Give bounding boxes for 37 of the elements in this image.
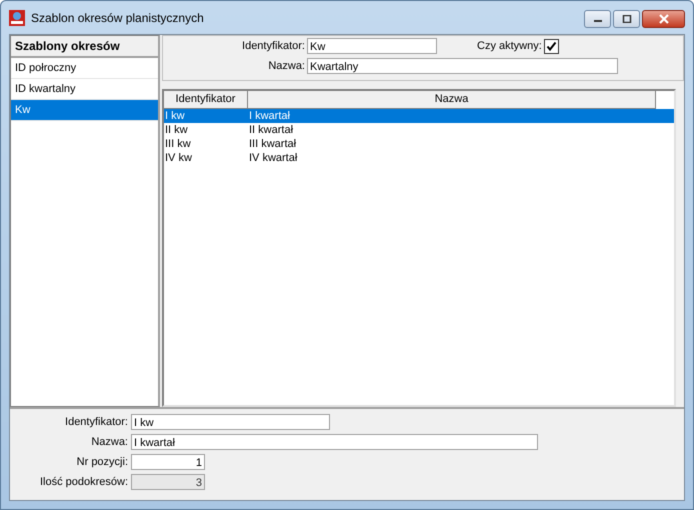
list-item[interactable]: Kw (11, 100, 158, 121)
list-heading: Szablony okresów (11, 36, 158, 58)
field-label: Nazwa: (267, 60, 305, 72)
maximize-icon (622, 15, 632, 23)
field-label: Nazwa: (90, 436, 128, 448)
input-field[interactable]: 1 (131, 454, 205, 470)
table-cell-text: III kw (164, 137, 192, 151)
table-cell-text: II kw (164, 123, 189, 137)
maximize-button[interactable] (613, 10, 640, 28)
table-row[interactable]: II kw II kwartał (164, 123, 674, 137)
table-row[interactable]: I kw I kwartał (164, 109, 674, 123)
table-row[interactable]: III kw III kwartał (164, 137, 674, 151)
table-cell: IV kwartał (249, 151, 298, 165)
window-title: Szablon okresów planistycznych (31, 10, 204, 24)
table-cell: II kwartał (249, 123, 294, 137)
field-label: Identyfikator: (64, 416, 128, 428)
input-field[interactable]: Kwartalny (307, 58, 618, 74)
input-field[interactable]: Kw (307, 38, 437, 54)
close-button[interactable] (642, 10, 685, 28)
table-cell-text: IV kw (164, 151, 193, 165)
field-label: Nr pozycji: (76, 456, 128, 468)
checkbox[interactable] (544, 38, 559, 54)
list-item[interactable]: ID połroczny (11, 58, 158, 79)
column-header[interactable]: Identyfikator (164, 91, 248, 109)
close-icon (658, 14, 670, 24)
table-cell-text: I kw (164, 109, 186, 123)
field-label: Ilość podokresów: (38, 476, 128, 488)
minimize-button[interactable] (584, 10, 611, 28)
column-header[interactable]: Nazwa (248, 91, 656, 109)
input-field[interactable]: I kwartał (131, 434, 538, 450)
table-cell: I kwartał (249, 109, 290, 123)
input-field[interactable]: I kw (131, 414, 330, 430)
table-cell: III kwartał (249, 137, 296, 151)
table-row[interactable]: IV kw IV kwartał (164, 151, 674, 165)
app-icon (9, 10, 25, 26)
field-label: Czy aktywny: (477, 40, 542, 52)
field-label: Identyfikator: (241, 40, 305, 52)
